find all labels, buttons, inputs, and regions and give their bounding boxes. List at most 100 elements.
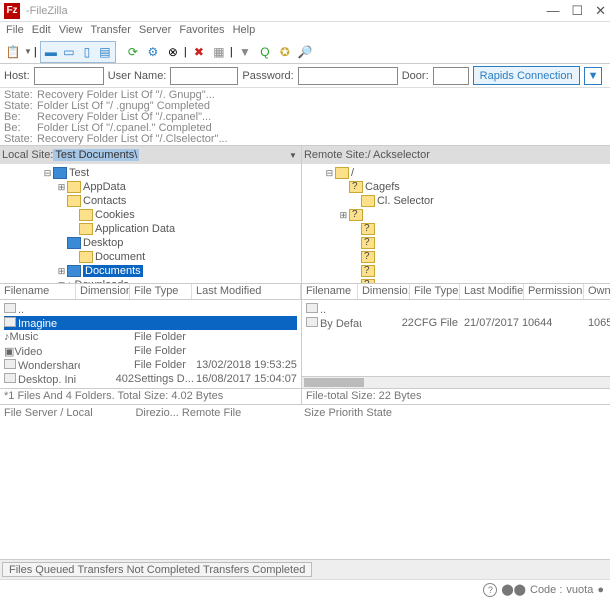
queue-area — [0, 422, 610, 559]
list-item[interactable]: ▣VideoFile Folder — [4, 344, 297, 358]
local-file-list[interactable]: ..Imagine♪MusicFile Folder▣VideoFile Fol… — [0, 300, 301, 388]
statusbar: ? ⬤⬤ Code : vuota ● — [0, 579, 610, 599]
user-input[interactable] — [170, 67, 238, 85]
host-label: Host: — [4, 70, 30, 82]
help-icon[interactable]: ? — [483, 583, 497, 597]
toolbar: 📋▼ | ▬ ▭ ▯ ▤ ⟳ ⚙ ⊗ | ✖ ▦ | ▼ Q ✪ 🔎 — [0, 40, 610, 64]
queue-col-direction[interactable]: Direzio... Remote File — [135, 407, 241, 419]
remote-path-bar[interactable]: Remote Site: / Ackselector ▼ — [302, 146, 610, 164]
tree-item[interactable]: ⊟Test — [2, 166, 299, 180]
tree-item[interactable] — [304, 250, 610, 264]
tree-item[interactable]: ⊞ — [304, 208, 610, 222]
titlebar: Fz -FileZilla — ☐ ✕ — [0, 0, 610, 22]
layout2-icon[interactable]: ▭ — [60, 43, 78, 61]
password-input[interactable] — [298, 67, 398, 85]
list-item[interactable]: WondershareFile Folder13/02/2018 19:53:2… — [4, 358, 297, 372]
quickconnect-button[interactable]: Rapids Connection — [473, 66, 580, 85]
col-filename[interactable]: Filename — [302, 284, 358, 299]
quickconnect-dropdown-icon[interactable]: ▼ — [584, 67, 603, 85]
local-path-bar[interactable]: Local Site: Test Documents\ ▼ — [0, 146, 301, 164]
list-item[interactable]: .. — [4, 302, 297, 316]
queue-indicator-icon: ⬤⬤ — [501, 583, 526, 596]
remote-hscroll[interactable]: ▶ — [302, 376, 610, 388]
app-icon: Fz — [4, 3, 20, 19]
tree-item[interactable]: Cookies — [2, 208, 299, 222]
col-size[interactable]: Dimension... — [76, 284, 130, 299]
queue-col-size[interactable]: Size Priorith State — [304, 407, 392, 420]
queue-tabs: Files Queued Transfers Not Completed Tra… — [0, 559, 610, 579]
tree-item[interactable]: Contacts — [2, 194, 299, 208]
process-icon[interactable]: ⚙ — [144, 43, 162, 61]
col-type[interactable]: File Type — [130, 284, 192, 299]
col-owner[interactable]: Own- — [584, 284, 610, 299]
local-pane: Local Site: Test Documents\ ▼ ⊟Test⊞AppD… — [0, 146, 302, 404]
list-item[interactable]: ♪MusicFile Folder — [4, 330, 297, 344]
remote-path[interactable]: / Ackselector — [368, 149, 430, 161]
filter-icon[interactable]: ▼ — [236, 43, 254, 61]
dropdown-icon[interactable]: ▼ — [289, 151, 297, 160]
remote-pane: Remote Site: / Ackselector ▼ ⊟/CagefsCl.… — [302, 146, 610, 404]
host-input[interactable] — [34, 67, 104, 85]
minimize-button[interactable]: — — [546, 3, 559, 19]
search-icon[interactable]: 🔎 — [296, 43, 314, 61]
local-path[interactable]: Test Documents\ — [53, 149, 139, 161]
compare-icon[interactable]: Q — [256, 43, 274, 61]
tree-item[interactable]: Cl. Selector — [304, 194, 610, 208]
remote-file-list[interactable]: ..By Default...22CFG File21/07/2017 16:.… — [302, 300, 610, 376]
refresh-icon[interactable]: ⟳ — [124, 43, 142, 61]
queue-col-server[interactable]: File Server / Local — [4, 407, 93, 419]
remote-list-header[interactable]: Filename Dimensio... File Type Last Modi… — [302, 284, 610, 300]
menu-help[interactable]: Help — [231, 24, 258, 38]
tree-item[interactable]: Desktop — [2, 236, 299, 250]
pass-label: Password: — [242, 70, 293, 82]
cancel-icon[interactable]: ⊗ — [164, 43, 182, 61]
menu-transfer[interactable]: Transfer — [88, 24, 133, 38]
window-title: -FileZilla — [26, 5, 546, 17]
layout4-icon[interactable]: ▤ — [96, 43, 114, 61]
tree-item[interactable]: Application Data — [2, 222, 299, 236]
close-button[interactable]: ✕ — [595, 3, 606, 19]
reconnect-icon[interactable]: ▦ — [210, 43, 228, 61]
local-list-header[interactable]: Filename Dimension... File Type Last Mod… — [0, 284, 301, 300]
list-item[interactable]: .. — [306, 302, 610, 316]
list-item[interactable]: By Default...22CFG File21/07/2017 16:...… — [306, 316, 610, 330]
local-tree[interactable]: ⊟Test⊞AppDataContactsCookiesApplication … — [0, 164, 301, 284]
disconnect-icon[interactable]: ✖ — [190, 43, 208, 61]
expand-icon[interactable]: ● — [597, 584, 604, 596]
layout3-icon[interactable]: ▯ — [78, 43, 96, 61]
list-item[interactable]: Imagine — [4, 316, 297, 330]
menu-view[interactable]: View — [57, 24, 85, 38]
sitemanager-icon[interactable]: 📋 — [4, 43, 22, 61]
port-label: Door: — [402, 70, 429, 82]
tree-item[interactable]: ⊞Documents — [2, 264, 299, 278]
col-type[interactable]: File Type — [410, 284, 460, 299]
menu-file[interactable]: File — [4, 24, 26, 38]
menu-edit[interactable]: Edit — [30, 24, 53, 38]
sync-icon[interactable]: ✪ — [276, 43, 294, 61]
tree-item[interactable]: Cagefs — [304, 180, 610, 194]
tree-item[interactable] — [304, 264, 610, 278]
remote-path-label: Remote Site: — [304, 149, 368, 161]
col-modified[interactable]: Last Modified — [460, 284, 524, 299]
col-size[interactable]: Dimensio... — [358, 284, 410, 299]
tree-item[interactable]: ⊞AppData — [2, 180, 299, 194]
tree-item[interactable] — [304, 236, 610, 250]
col-permissions[interactable]: Permissions — [524, 284, 584, 299]
tree-item[interactable]: Document — [2, 250, 299, 264]
port-input[interactable] — [433, 67, 469, 85]
menu-server[interactable]: Server — [137, 24, 173, 38]
col-filename[interactable]: Filename — [0, 284, 76, 299]
queue-value: vuota — [566, 584, 593, 596]
tab-queued[interactable]: Files Queued Transfers Not Completed Tra… — [2, 562, 312, 577]
tree-item[interactable] — [304, 222, 610, 236]
tree-item[interactable]: ⊟/ — [304, 166, 610, 180]
local-path-label: Local Site: — [2, 149, 53, 161]
queue-label: Code : — [530, 584, 562, 596]
remote-tree[interactable]: ⊟/CagefsCl. Selector⊞ — [302, 164, 610, 284]
list-item[interactable]: Desktop. Ini402Settings D...16/08/2017 1… — [4, 372, 297, 386]
maximize-button[interactable]: ☐ — [571, 3, 583, 19]
col-modified[interactable]: Last Modified — [192, 284, 301, 299]
layout1-icon[interactable]: ▬ — [42, 43, 60, 61]
menu-favorites[interactable]: Favorites — [177, 24, 226, 38]
message-log: State: Recovery Folder List Of "/. Gnupg… — [0, 88, 610, 146]
